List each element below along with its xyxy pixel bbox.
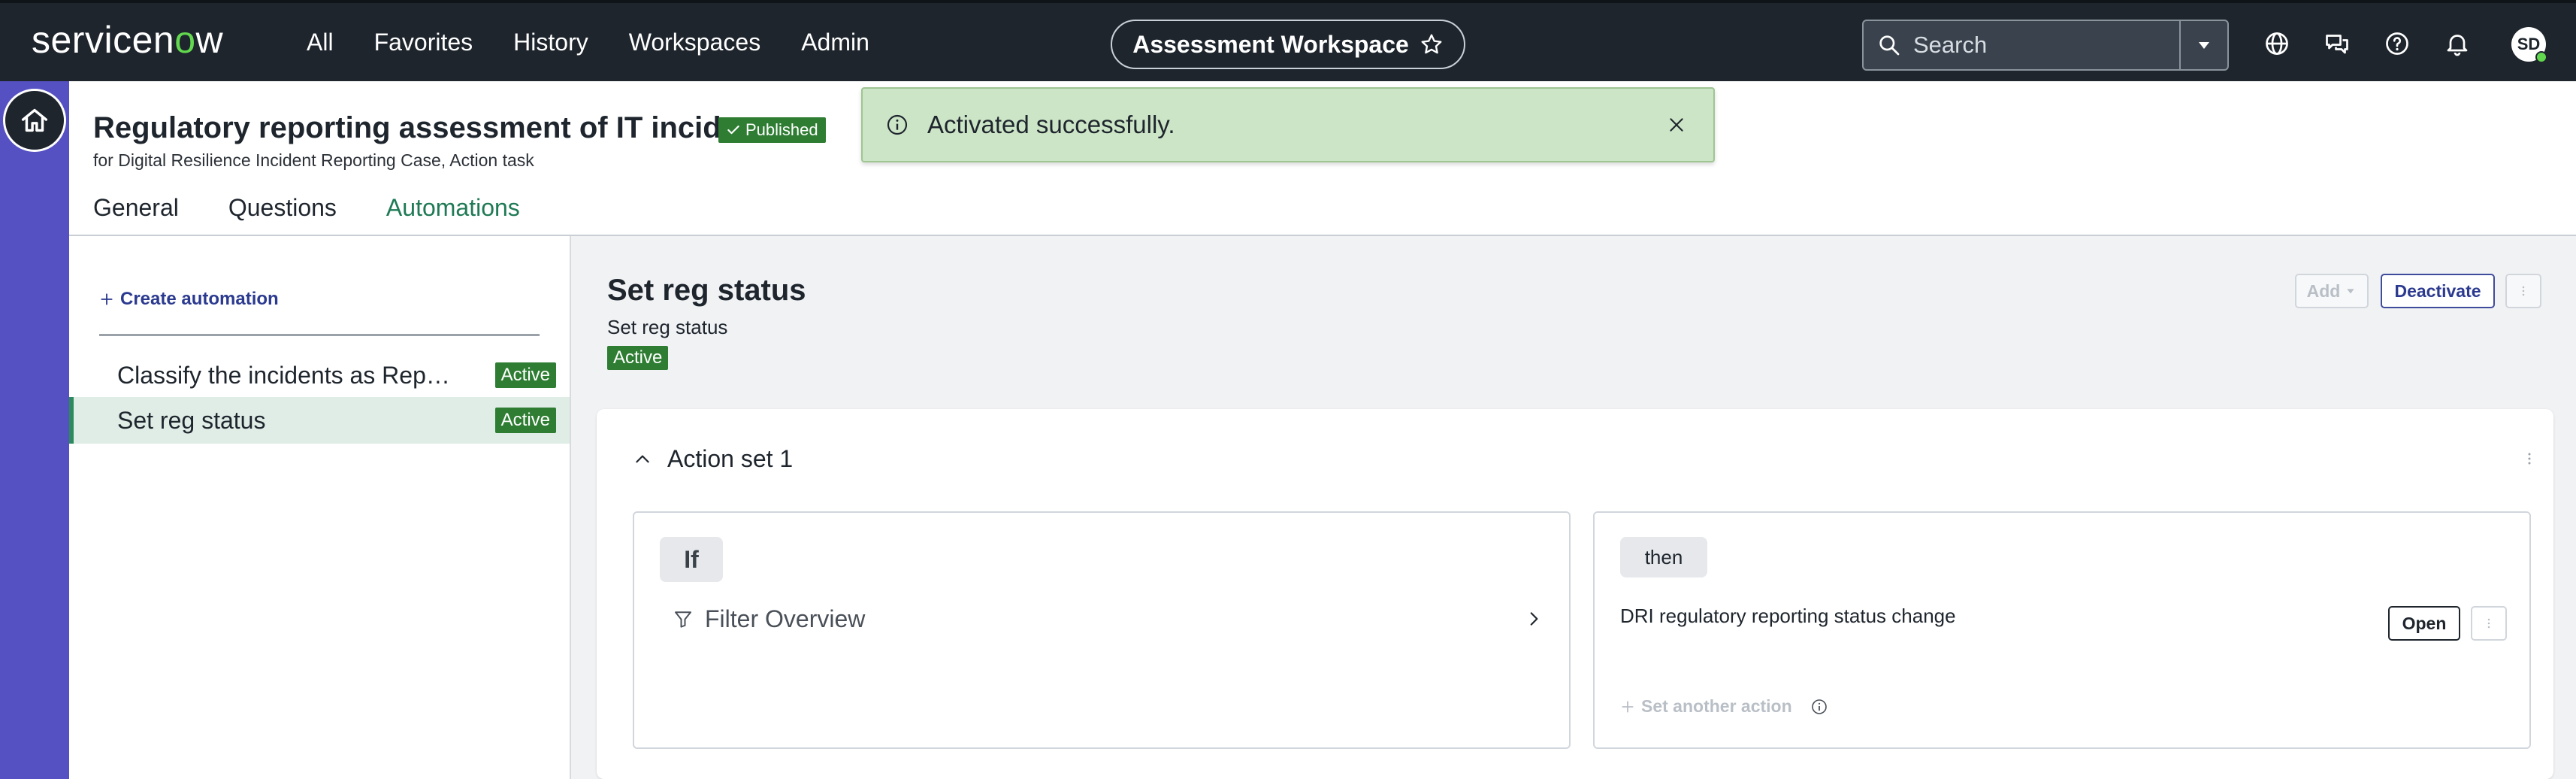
search-input[interactable]: Search	[1913, 32, 2179, 59]
nav-history[interactable]: History	[513, 29, 588, 56]
action-set-card: Action set 1 If Filter Overview then DRI…	[597, 409, 2553, 779]
notification-bell-icon[interactable]	[2444, 30, 2471, 57]
kebab-menu-icon	[2487, 618, 2490, 629]
help-icon[interactable]	[2384, 30, 2411, 57]
automation-item-label: Classify the incidents as Reportable	[117, 361, 463, 389]
workspace-title-pill[interactable]: Assessment Workspace	[1111, 20, 1465, 69]
create-automation-button[interactable]: Create automation	[99, 289, 279, 310]
action-more-button[interactable]	[2471, 606, 2507, 641]
action-set-header[interactable]: Action set 1	[633, 445, 793, 473]
automation-description: Set reg status	[607, 316, 728, 338]
open-button[interactable]: Open	[2388, 606, 2460, 641]
left-rail	[0, 81, 69, 779]
global-search[interactable]: Search	[1862, 20, 2229, 71]
chevron-right-icon	[1530, 612, 1538, 626]
automation-title: Set reg status	[607, 274, 806, 307]
status-badge: Active	[494, 362, 556, 388]
filter-overview-label: Filter Overview	[705, 605, 866, 632]
condition-box: If Filter Overview	[633, 511, 1571, 749]
toast-message: Activated successfully.	[927, 111, 1175, 138]
status-badge: Active	[494, 408, 556, 433]
close-icon[interactable]	[1667, 115, 1686, 135]
info-icon[interactable]	[1810, 698, 1828, 716]
star-icon[interactable]	[1420, 32, 1444, 56]
tab-automations[interactable]: Automations	[361, 194, 544, 238]
home-icon	[21, 108, 48, 132]
globe-icon[interactable]	[2263, 30, 2290, 57]
caret-down-icon	[2199, 42, 2209, 49]
success-toast: Activated successfully.	[861, 87, 1715, 162]
tab-questions[interactable]: Questions	[228, 194, 337, 238]
home-button[interactable]	[3, 89, 66, 152]
nav-workspaces[interactable]: Workspaces	[629, 29, 760, 56]
servicenow-logo[interactable]: servicenow	[32, 18, 223, 62]
caret-down-icon	[2347, 289, 2355, 294]
chevron-up-icon	[636, 455, 649, 462]
add-button[interactable]: Add	[2295, 274, 2369, 308]
record-tabs: General Questions Automations	[93, 194, 594, 238]
tab-general[interactable]: General	[93, 194, 179, 238]
nav-admin[interactable]: Admin	[801, 29, 869, 56]
search-scope-dropdown[interactable]	[2179, 21, 2227, 69]
filter-icon	[675, 611, 691, 628]
status-badge: Active	[607, 346, 669, 370]
automation-item-classify[interactable]: Classify the incidents as Reportable Act…	[69, 352, 570, 399]
filter-overview-row[interactable]: Filter Overview	[672, 600, 1543, 638]
nav-all[interactable]: All	[307, 29, 334, 56]
action-label: DRI regulatory reporting status change	[1620, 605, 1956, 627]
main-nav: All Favorites History Workspaces Admin	[307, 29, 910, 56]
top-navigation-bar: servicenow All Favorites History Workspa…	[0, 0, 2576, 81]
check-icon	[727, 125, 739, 135]
list-divider	[99, 334, 540, 336]
then-pill: then	[1620, 537, 1707, 577]
search-icon	[1879, 35, 1900, 56]
online-status-indicator	[2535, 51, 2547, 63]
nav-favorites[interactable]: Favorites	[374, 29, 473, 56]
deactivate-button[interactable]: Deactivate	[2381, 274, 2495, 308]
chat-icon[interactable]	[2324, 30, 2351, 57]
automation-detail: Set reg status Set reg status Active Add…	[571, 236, 2576, 779]
action-box: then DRI regulatory reporting status cha…	[1593, 511, 2531, 749]
page-title: Regulatory reporting assessment of IT in…	[93, 111, 783, 144]
info-icon	[887, 114, 908, 135]
kebab-menu-icon[interactable]	[2520, 450, 2538, 468]
plus-icon	[101, 293, 113, 305]
if-pill: If	[660, 537, 723, 582]
user-avatar[interactable]: SD	[2511, 27, 2547, 63]
kebab-menu-icon	[2522, 286, 2525, 296]
automation-item-set-reg-status[interactable]: Set reg status Active	[69, 397, 570, 444]
automation-list-panel: Create automation Classify the incidents…	[69, 236, 571, 779]
set-another-action-button[interactable]: Set another action	[1620, 696, 1828, 717]
automation-item-label: Set reg status	[117, 406, 266, 434]
page-subtitle: for Digital Resilience Incident Reportin…	[93, 150, 534, 170]
more-actions-button[interactable]	[2505, 274, 2541, 308]
published-badge: Published	[718, 117, 826, 143]
plus-icon	[1622, 700, 1634, 713]
workspace-title: Assessment Workspace	[1132, 30, 1409, 58]
